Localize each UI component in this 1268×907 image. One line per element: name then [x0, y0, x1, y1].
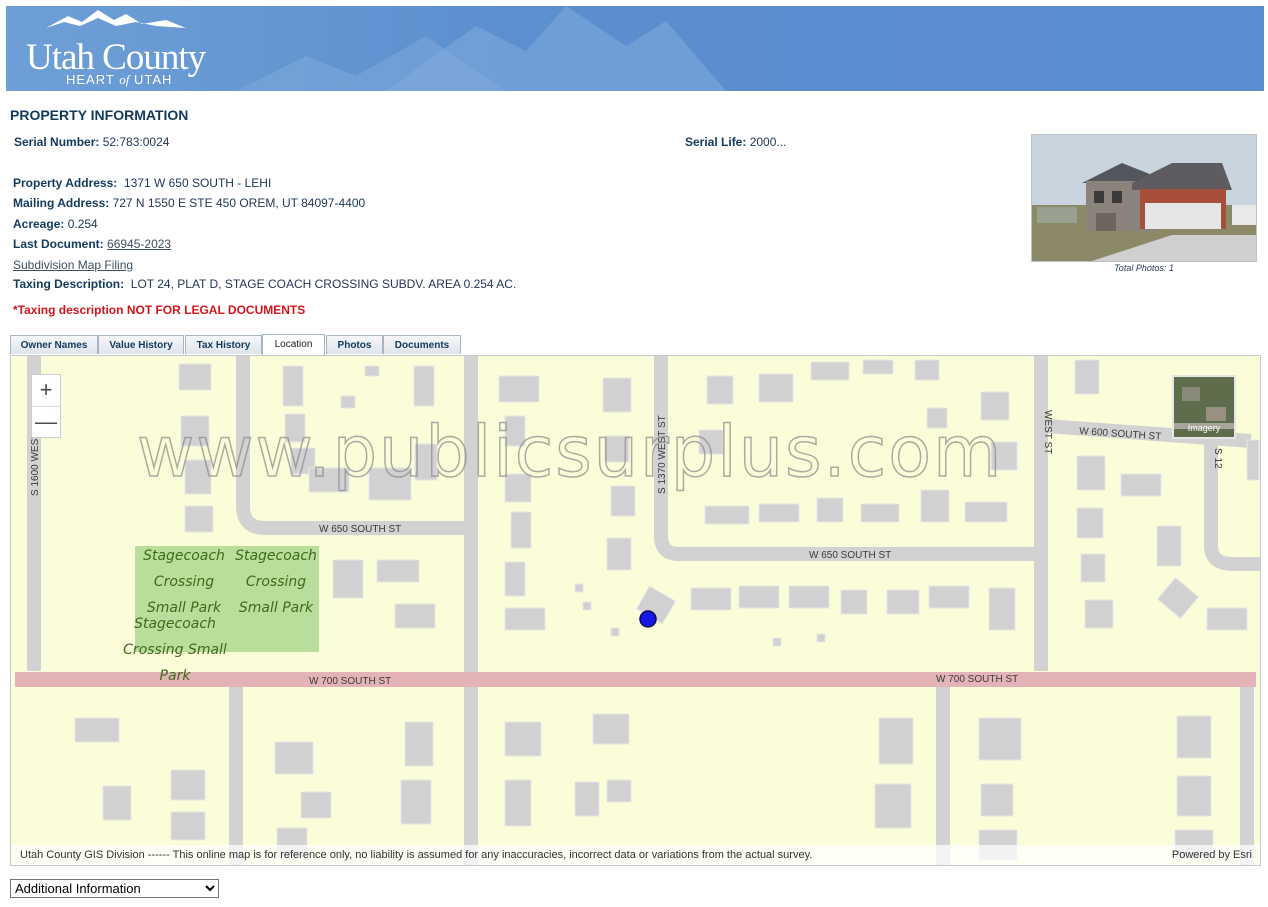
additional-information-select[interactable]: Additional Information [10, 879, 219, 898]
property-address-value: 1371 W 650 SOUTH - LEHI [123, 176, 272, 190]
label-s12: S 12 [1212, 448, 1223, 469]
mailing-address-label: Mailing Address: [13, 196, 110, 210]
map-attribution: Utah County GIS Division ------ This onl… [11, 845, 1260, 865]
watermark-text: www.publicsurplus.com [137, 411, 1003, 493]
park-label-1-line-1: Stagecoach [143, 548, 225, 564]
park-label-3-line-3: Park [160, 668, 192, 684]
serial-life-value: 2000... [749, 135, 787, 149]
taxing-description-value: LOT 24, PLAT D, STAGE COACH CROSSING SUB… [130, 277, 517, 291]
last-document-label: Last Document: [13, 237, 104, 251]
serial-life-row: Serial Life: 2000... [685, 135, 786, 149]
additional-info-wrapper: Additional Information [10, 879, 219, 898]
acreage-row: Acreage: 0.254 [13, 217, 98, 231]
label-w650-right: W 650 SOUTH ST [809, 550, 891, 561]
serial-number-label: Serial Number: [14, 135, 100, 149]
logo-subtitle-pre: HEART [66, 72, 115, 87]
park-label-2-line-3: Small Park [239, 600, 314, 616]
acreage-label: Acreage: [13, 217, 65, 231]
tab-owner-names[interactable]: Owner Names [10, 335, 98, 354]
logo-subtitle: HEART of UTAH [66, 72, 172, 88]
arterial-road [15, 672, 1256, 687]
tab-location[interactable]: Location [262, 334, 325, 355]
property-photo[interactable] [1031, 134, 1257, 262]
imagery-toggle-button[interactable]: Imagery [1172, 375, 1236, 439]
legal-warning-pre: *Taxing description [13, 303, 124, 317]
acreage-value: 0.254 [67, 217, 98, 231]
photo-caption: Total Photos: 1 [1114, 263, 1174, 273]
tab-photos[interactable]: Photos [326, 335, 383, 354]
last-document-row: Last Document: 66945-2023 [13, 237, 171, 251]
tab-documents[interactable]: Documents [383, 335, 461, 354]
tab-tax-history[interactable]: Tax History [185, 335, 262, 354]
park-label-1-line-2: Crossing [154, 574, 214, 590]
subdivision-map-link[interactable]: Subdivision Map Filing [13, 258, 133, 272]
label-w700-left: W 700 SOUTH ST [309, 676, 391, 687]
taxing-description-label: Taxing Description: [13, 277, 125, 291]
serial-number-value: 52:783:0024 [102, 135, 170, 149]
property-address-label: Property Address: [13, 176, 118, 190]
house-photo-image [1032, 135, 1256, 261]
powered-by-esri[interactable]: Powered by Esri [1172, 845, 1252, 865]
label-w700-right: W 700 SOUTH ST [936, 674, 1018, 685]
logo-subtitle-of: of [119, 72, 130, 87]
subject-property-marker[interactable] [639, 610, 657, 628]
park-label-1-line-3: Small Park [147, 600, 222, 616]
mailing-address-value: 727 N 1550 E STE 450 OREM, UT 84097-4400 [112, 196, 366, 210]
location-map[interactable]: S 1600 WEST ST W 650 SOUTH ST S 1370 WES… [10, 355, 1261, 866]
park-label-3-line-1: Stagecoach [134, 616, 216, 632]
legal-warning: *Taxing description NOT FOR LEGAL DOCUME… [13, 303, 305, 317]
legal-warning-post: NOT FOR LEGAL DOCUMENTS [126, 303, 306, 317]
mailing-address-row: Mailing Address: 727 N 1550 E STE 450 OR… [13, 196, 365, 210]
zoom-control: + — [31, 374, 61, 438]
last-document-link[interactable]: 66945-2023 [107, 237, 171, 251]
zoom-in-button[interactable]: + [32, 375, 60, 406]
attribution-text: Utah County GIS Division ------ This onl… [20, 849, 813, 861]
page-title: PROPERTY INFORMATION [10, 107, 189, 123]
map-canvas[interactable]: S 1600 WEST ST W 650 SOUTH ST S 1370 WES… [11, 356, 1260, 865]
property-address-row: Property Address: 1371 W 650 SOUTH - LEH… [13, 176, 271, 190]
subdivision-row: Subdivision Map Filing [13, 258, 133, 272]
zoom-out-button[interactable]: — [32, 406, 60, 438]
serial-life-label: Serial Life: [685, 135, 747, 149]
serial-number-row: Serial Number: 52:783:0024 [14, 135, 169, 149]
park-label-3-line-2: Crossing Small [123, 642, 227, 658]
header-banner: Utah County HEART of UTAH [6, 6, 1264, 91]
label-west-st: WEST ST [1042, 410, 1053, 454]
logo-subtitle-post: UTAH [133, 72, 173, 87]
park-label-2-line-2: Crossing [246, 574, 306, 590]
park-label-2-line-1: Stagecoach [235, 548, 317, 564]
imagery-label: Imagery [1187, 423, 1221, 433]
label-w650-left: W 650 SOUTH ST [319, 524, 401, 535]
tab-value-history[interactable]: Value History [98, 335, 184, 354]
taxing-description-row: Taxing Description: LOT 24, PLAT D, STAG… [13, 277, 516, 291]
